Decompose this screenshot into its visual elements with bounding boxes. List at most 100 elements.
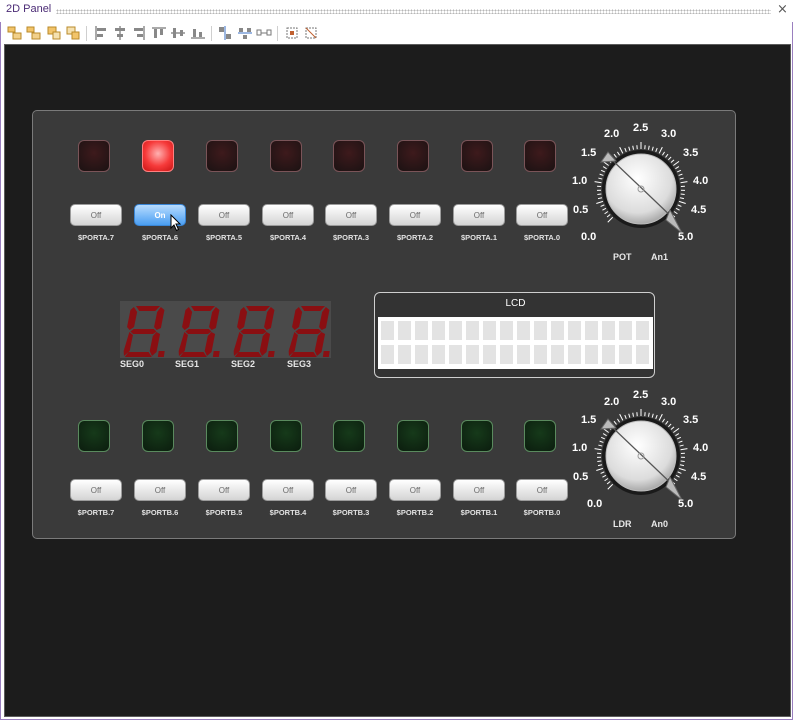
space-h-icon[interactable] [217,25,233,41]
knob-tick [602,474,607,478]
align-bottom-icon[interactable] [151,25,167,41]
knob-tick [607,483,614,490]
knob-tick [670,426,675,430]
seg-label-1: SEG1 [175,359,200,369]
lcd-screen [378,317,653,369]
knob-tick [613,420,617,425]
knob-tick [678,200,686,204]
align-top-icon[interactable] [26,25,42,41]
title-grip[interactable] [56,9,771,14]
pot-scale-8: 4.0 [693,175,709,187]
send-back-icon[interactable] [65,25,81,41]
switch-porta-4[interactable]: Off [262,204,314,226]
bring-front-icon[interactable] [46,25,62,41]
knob-tick [619,413,624,421]
led-portb-0 [524,420,556,452]
align-middle-icon[interactable] [112,25,128,41]
switch-porta-2[interactable]: Off [389,204,441,226]
knob-tick [675,474,680,478]
knob-tick [600,204,605,207]
panel-titlebar: 2D Panel × [0,0,793,22]
knob-tick [658,146,663,154]
knob-tick [632,145,634,150]
space-v-icon[interactable] [237,25,253,41]
lcd-char-cell [602,345,615,364]
led-porta-6 [142,140,174,172]
knob-tick [673,211,678,215]
pot-scale-0: 0.0 [581,231,597,243]
knob-tick [680,460,685,463]
switch-porta-0[interactable]: Off [516,204,568,226]
decimal-point [267,351,275,357]
knob-tick [594,181,602,184]
align-right-icon[interactable] [131,25,147,41]
segment [185,329,212,334]
knob-tick [624,147,627,152]
distribute-h-icon[interactable] [170,25,186,41]
knob-tick [602,166,607,170]
switch-portb-6[interactable]: Off [134,479,186,501]
switch-label: $PORTB.5 [205,508,243,517]
crop-icon[interactable] [303,25,319,41]
lcd-char-cell [551,345,564,364]
ldr-scale-8: 4.0 [693,442,709,454]
switch-porta-3[interactable]: Off [325,204,377,226]
knob-tick [678,173,683,176]
lcd-char-cell [517,345,530,364]
knob-tick [600,169,606,173]
switch-label: $PORTB.3 [332,508,370,517]
switch-porta-7[interactable]: Off [70,204,122,226]
pot-scale-3: 1.5 [581,147,597,159]
seg-label-2: SEG2 [231,359,256,369]
segment [191,306,215,311]
switch-porta-1[interactable]: Off [453,204,505,226]
switch-portb-0[interactable]: Off [516,479,568,501]
switch-portb-3[interactable]: Off [325,479,377,501]
lcd-char-cell [381,321,394,340]
switch-porta-5[interactable]: Off [198,204,250,226]
knob-tick [677,204,682,207]
ldr-scale-9: 4.5 [691,471,707,483]
ldr-scale-3: 1.5 [581,414,597,426]
lcd-char-cell [415,345,428,364]
lcd-char-cell [432,345,445,364]
switch-portb-7[interactable]: Off [70,479,122,501]
align-center-v-icon[interactable] [93,25,109,41]
decimal-point [212,351,220,357]
knob-tick [679,444,684,447]
knob-tick [648,412,650,417]
knob-tick [676,169,682,173]
knob-tick [680,193,685,196]
fit-icon[interactable] [284,25,300,41]
knob-tick [598,177,603,180]
segment [237,307,248,330]
lcd-char-cell [449,321,462,340]
led-porta-5 [206,140,238,172]
led-portb-3 [333,420,365,452]
align-left-icon[interactable] [7,25,23,41]
switch-portb-5[interactable]: Off [198,479,250,501]
switch-portb-4[interactable]: Off [262,479,314,501]
knob-tick [680,181,688,184]
knob-tick [651,146,654,151]
switch-label: $PORTB.6 [141,508,179,517]
knob-tick [648,145,650,150]
pot-scale-1: 0.5 [573,204,589,216]
switch-label: $PORTA.6 [141,233,179,242]
segment [292,307,303,330]
switch-portb-2[interactable]: Off [389,479,441,501]
distribute-v-icon[interactable] [190,25,206,41]
knob-tick [628,146,631,151]
knob-tick [598,444,603,447]
seven-segment-digit [123,306,165,357]
knob-tick [662,151,665,156]
knob-tick [668,156,672,161]
space-even-icon[interactable] [256,25,272,41]
knob-tick [596,200,604,204]
close-button[interactable]: × [777,2,788,17]
switch-portb-1[interactable]: Off [453,479,505,501]
led-porta-7 [78,140,110,172]
lcd-char-cell [534,321,547,340]
seg-label-3: SEG3 [287,359,312,369]
knob-tick [602,433,607,437]
